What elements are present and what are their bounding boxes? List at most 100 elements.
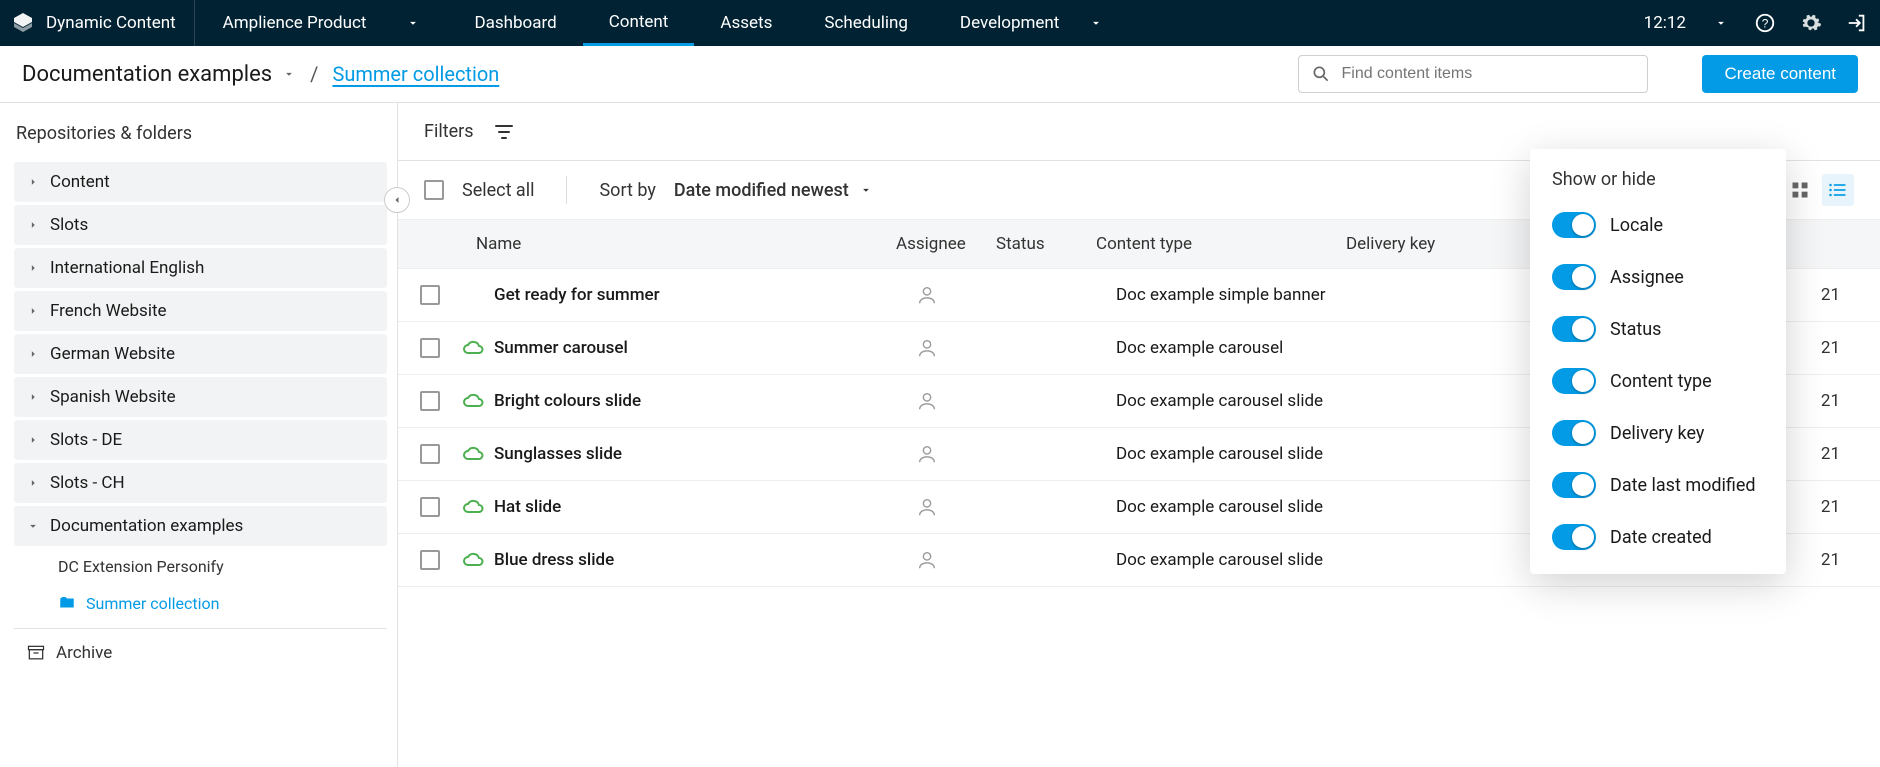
folder-icon xyxy=(58,594,76,612)
toggle-switch[interactable] xyxy=(1552,524,1596,550)
svg-text:?: ? xyxy=(1762,17,1769,31)
popover-title: Show or hide xyxy=(1552,169,1764,190)
row-name: Blue dress slide xyxy=(494,550,916,570)
subheader: Documentation examples / Summer collecti… xyxy=(0,46,1880,103)
sidebar-folder-label: Documentation examples xyxy=(50,516,243,536)
chevron-right-icon xyxy=(26,175,40,189)
toggle-switch[interactable] xyxy=(1552,212,1596,238)
row-name: Hat slide xyxy=(494,497,916,517)
archive-link[interactable]: Archive xyxy=(14,637,387,669)
column-visibility-popover: Show or hide LocaleAssigneeStatusContent… xyxy=(1530,149,1786,574)
sidebar-folder[interactable]: Content xyxy=(14,162,387,202)
clock-value: 12:12 xyxy=(1644,13,1686,33)
row-checkbox[interactable] xyxy=(420,391,440,411)
product-switcher[interactable]: Amplience Product xyxy=(195,13,449,33)
col-key: Delivery key xyxy=(1346,234,1546,254)
sidebar-subfolder-label: Summer collection xyxy=(86,594,219,613)
nav-development[interactable]: Development xyxy=(934,0,1129,46)
user-icon xyxy=(916,337,938,359)
repo-picker[interactable]: Documentation examples xyxy=(22,62,296,87)
column-toggle-row: Locale xyxy=(1552,212,1764,238)
chevron-down-icon xyxy=(859,183,873,197)
row-checkbox[interactable] xyxy=(420,550,440,570)
toggle-label: Delivery key xyxy=(1610,423,1704,444)
toggle-switch[interactable] xyxy=(1552,368,1596,394)
chevron-down-icon xyxy=(282,67,296,81)
sidebar-folder-label: Spanish Website xyxy=(50,387,176,407)
search-icon xyxy=(1311,64,1331,84)
sidebar-folder-label: Slots xyxy=(50,215,88,235)
archive-label: Archive xyxy=(56,643,112,663)
sort-by-value: Date modified newest xyxy=(674,180,849,201)
nav-development-label: Development xyxy=(960,13,1059,33)
chevron-left-icon xyxy=(391,194,403,206)
list-view-button[interactable] xyxy=(1822,174,1854,206)
sidebar-folder[interactable]: Documentation examples xyxy=(14,506,387,546)
sidebar-subfolder[interactable]: DC Extension Personify xyxy=(14,549,387,583)
sidebar-folder-label: Slots - DE xyxy=(50,430,122,450)
select-all-checkbox[interactable] xyxy=(424,180,444,200)
row-type: Doc example carousel slide xyxy=(1116,444,1366,464)
help-icon[interactable]: ? xyxy=(1742,12,1788,34)
clock[interactable]: 12:12 xyxy=(1630,13,1742,33)
nav-content-label: Content xyxy=(609,12,669,32)
sidebar-folder[interactable]: Slots xyxy=(14,205,387,245)
user-icon xyxy=(916,390,938,412)
column-toggle-row: Content type xyxy=(1552,368,1764,394)
gear-icon[interactable] xyxy=(1788,12,1834,34)
sidebar-folder[interactable]: Slots - DE xyxy=(14,420,387,460)
chevron-right-icon xyxy=(26,218,40,232)
row-name: Get ready for summer xyxy=(494,285,916,305)
row-type: Doc example carousel slide xyxy=(1116,391,1366,411)
sidebar-folder[interactable]: French Website xyxy=(14,291,387,331)
search-box[interactable] xyxy=(1298,55,1648,93)
logout-icon[interactable] xyxy=(1834,12,1880,34)
nav-scheduling[interactable]: Scheduling xyxy=(798,0,934,46)
archive-icon xyxy=(26,643,46,663)
user-icon xyxy=(916,443,938,465)
chevron-right-icon xyxy=(26,261,40,275)
filters-label: Filters xyxy=(424,121,474,142)
sidebar-folder[interactable]: German Website xyxy=(14,334,387,374)
row-checkbox[interactable] xyxy=(420,338,440,358)
chevron-right-icon xyxy=(26,347,40,361)
row-type: Doc example carousel slide xyxy=(1116,497,1366,517)
collapse-sidebar-button[interactable] xyxy=(384,187,410,213)
toggle-switch[interactable] xyxy=(1552,420,1596,446)
toggle-switch[interactable] xyxy=(1552,316,1596,342)
sidebar-subfolder[interactable]: Summer collection xyxy=(14,586,387,620)
user-icon xyxy=(916,549,938,571)
cloud-published-icon xyxy=(461,548,485,572)
repo-name-label: Documentation examples xyxy=(22,62,272,87)
chevron-right-icon xyxy=(26,476,40,490)
sidebar-folder[interactable]: Spanish Website xyxy=(14,377,387,417)
sort-by-dropdown[interactable]: Date modified newest xyxy=(674,180,873,201)
column-toggle-row: Date last modified xyxy=(1552,472,1764,498)
row-checkbox[interactable] xyxy=(420,497,440,517)
col-name: Name xyxy=(476,234,896,254)
nav-scheduling-label: Scheduling xyxy=(824,13,908,33)
row-type: Doc example carousel xyxy=(1116,338,1366,358)
row-checkbox[interactable] xyxy=(420,444,440,464)
cloud-published-icon xyxy=(461,442,485,466)
filter-icon[interactable] xyxy=(492,120,516,144)
breadcrumb-current[interactable]: Summer collection xyxy=(332,62,499,86)
sidebar-folder-label: International English xyxy=(50,258,204,278)
sidebar-folder[interactable]: International English xyxy=(14,248,387,288)
toggle-switch[interactable] xyxy=(1552,264,1596,290)
create-content-button[interactable]: Create content xyxy=(1702,55,1858,93)
row-checkbox[interactable] xyxy=(420,285,440,305)
sidebar-subfolder-label: DC Extension Personify xyxy=(58,557,224,576)
row-type: Doc example carousel slide xyxy=(1116,550,1366,570)
toggle-label: Date last modified xyxy=(1610,475,1756,496)
sort-by-label: Sort by xyxy=(599,180,655,201)
column-toggle-row: Delivery key xyxy=(1552,420,1764,446)
toggle-switch[interactable] xyxy=(1552,472,1596,498)
cloud-published-icon xyxy=(461,495,485,519)
search-input[interactable] xyxy=(1341,65,1635,83)
nav-content[interactable]: Content xyxy=(583,0,695,46)
nav-assets[interactable]: Assets xyxy=(694,0,798,46)
nav-dashboard[interactable]: Dashboard xyxy=(448,0,582,46)
grid-view-button[interactable] xyxy=(1784,174,1816,206)
sidebar-folder[interactable]: Slots - CH xyxy=(14,463,387,503)
